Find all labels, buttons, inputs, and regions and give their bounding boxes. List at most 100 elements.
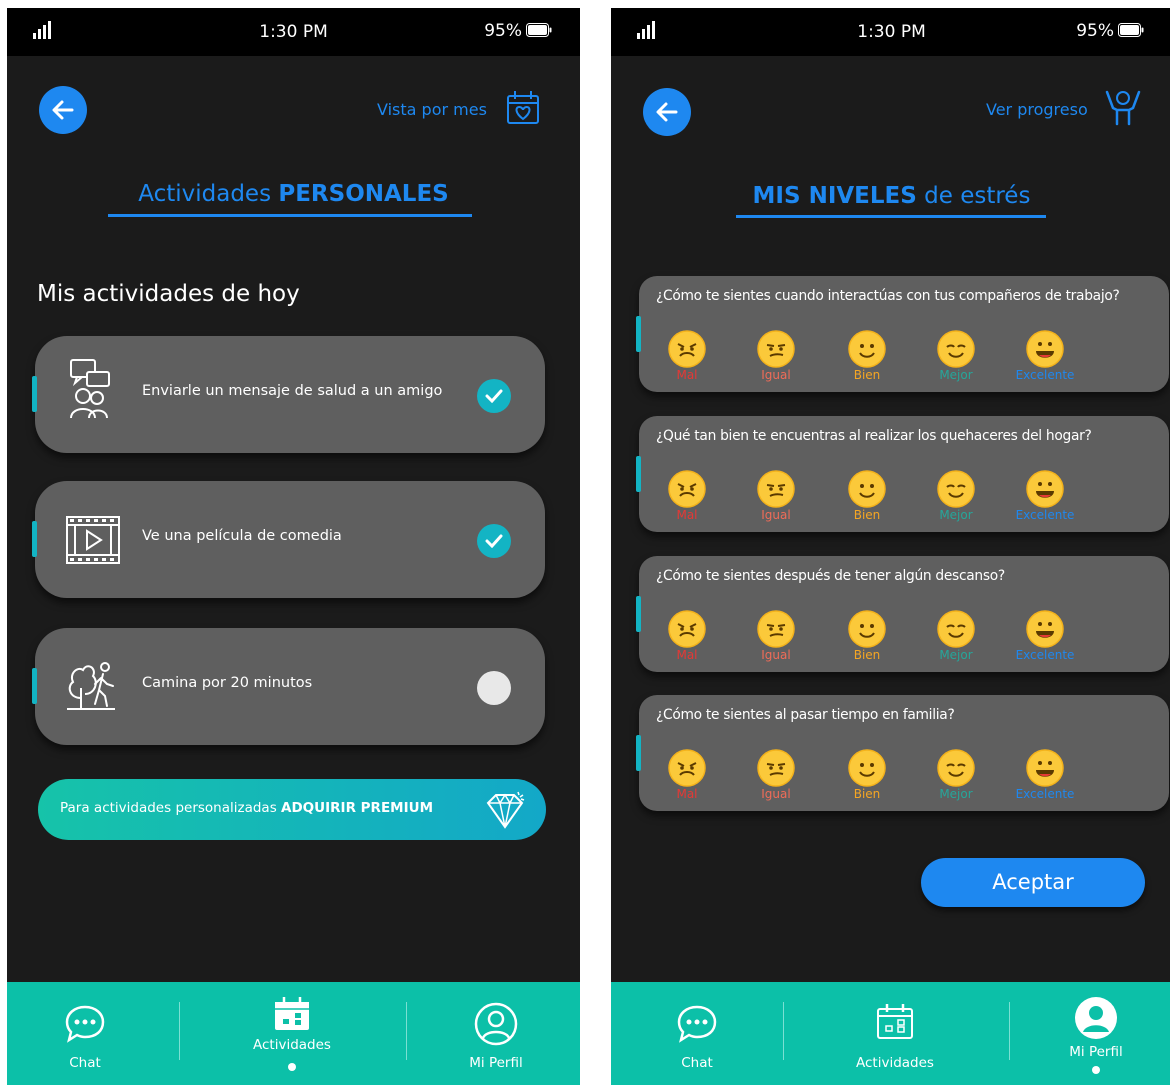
rating-option[interactable]: Bien bbox=[847, 469, 887, 522]
activity-label: Enviarle un mensaje de salud a un amigo bbox=[142, 383, 443, 399]
stress-levels-screen: 1:30 PM 95% Ver progreso MIS NIVELES de … bbox=[611, 8, 1170, 1085]
rating-option[interactable]: Igual bbox=[756, 609, 796, 662]
card-accent bbox=[32, 668, 37, 704]
question-card: ¿Cómo te sientes cuando interactúas con … bbox=[636, 276, 1169, 392]
card-accent bbox=[32, 376, 37, 412]
user-outline-icon bbox=[474, 1002, 518, 1046]
content-face-icon bbox=[937, 610, 975, 648]
rating-option[interactable]: Mejor bbox=[936, 329, 976, 382]
grin-face-icon bbox=[1026, 330, 1064, 368]
walk-tree-icon bbox=[67, 662, 115, 710]
nav-item-profile[interactable]: Mi Perfil bbox=[426, 982, 566, 1085]
rating-option[interactable]: Igual bbox=[756, 748, 796, 801]
content-face-icon bbox=[937, 470, 975, 508]
angry-face-icon bbox=[668, 749, 706, 787]
rating-label: Igual bbox=[761, 648, 791, 662]
rating-option[interactable]: Mal bbox=[667, 609, 707, 662]
activity-done-checkbox[interactable] bbox=[477, 379, 511, 413]
rating-label: Bien bbox=[853, 787, 881, 801]
calendar-heart-icon[interactable] bbox=[505, 88, 541, 126]
premium-text: Para actividades personalizadas ADQUIRIR… bbox=[60, 800, 433, 816]
nav-item-chat[interactable]: Chat bbox=[627, 982, 767, 1085]
calendar-icon bbox=[275, 997, 309, 1030]
grin-face-icon bbox=[1026, 749, 1064, 787]
battery-icon bbox=[1118, 23, 1144, 37]
card-accent bbox=[636, 735, 641, 771]
rating-option[interactable]: Mal bbox=[667, 469, 707, 522]
question-text: ¿Cómo te sientes al pasar tiempo en fami… bbox=[656, 707, 955, 723]
rating-option[interactable]: Mejor bbox=[936, 469, 976, 522]
activity-card[interactable]: Camina por 20 minutos bbox=[32, 628, 545, 745]
nav-label-activities: Actividades bbox=[253, 1037, 331, 1053]
premium-text-regular: Para actividades personalizadas bbox=[60, 800, 282, 816]
rating-label: Mejor bbox=[939, 508, 973, 522]
rating-label: Excelente bbox=[1015, 368, 1075, 382]
rating-option[interactable]: Excelente bbox=[1016, 469, 1074, 522]
question-text: ¿Cómo te sientes después de tener algún … bbox=[656, 568, 1005, 584]
rating-option[interactable]: Excelente bbox=[1016, 748, 1074, 801]
celebrate-person-icon[interactable] bbox=[1103, 90, 1143, 126]
back-button[interactable] bbox=[643, 88, 691, 136]
activity-card[interactable]: Enviarle un mensaje de salud a un amigo bbox=[32, 336, 545, 453]
angry-face-icon bbox=[668, 610, 706, 648]
displeased-face-icon bbox=[757, 749, 795, 787]
activity-card[interactable]: Ve una película de comedia bbox=[32, 481, 545, 598]
rating-option[interactable]: Mal bbox=[667, 748, 707, 801]
rating-option[interactable]: Excelente bbox=[1016, 609, 1074, 662]
displeased-face-icon bbox=[757, 610, 795, 648]
battery-percent: 95% bbox=[484, 21, 522, 41]
displeased-face-icon bbox=[757, 330, 795, 368]
title-bold: PERSONALES bbox=[278, 181, 449, 207]
premium-text-bold: ADQUIRIR PREMIUM bbox=[281, 800, 434, 816]
activity-pending-checkbox[interactable] bbox=[477, 671, 511, 705]
nav-label-activities: Actividades bbox=[856, 1055, 934, 1071]
chat-friends-icon bbox=[70, 359, 110, 419]
rating-option[interactable]: Igual bbox=[756, 469, 796, 522]
nav-divider bbox=[179, 1002, 180, 1060]
rating-label: Mal bbox=[676, 648, 698, 662]
battery-percent: 95% bbox=[1076, 21, 1114, 41]
nav-item-profile[interactable]: Mi Perfil bbox=[1026, 982, 1166, 1085]
user-filled-icon bbox=[1075, 997, 1117, 1039]
nav-label-chat: Chat bbox=[69, 1055, 101, 1071]
activity-done-checkbox[interactable] bbox=[477, 524, 511, 558]
rating-option[interactable]: Excelente bbox=[1016, 329, 1074, 382]
rating-option[interactable]: Mejor bbox=[936, 609, 976, 662]
grin-face-icon bbox=[1026, 470, 1064, 508]
rating-option[interactable]: Bien bbox=[847, 609, 887, 662]
rating-label: Excelente bbox=[1015, 648, 1075, 662]
title-bold: MIS NIVELES bbox=[752, 183, 917, 209]
content-face-icon bbox=[937, 749, 975, 787]
back-button[interactable] bbox=[39, 86, 87, 134]
activity-label: Camina por 20 minutos bbox=[142, 675, 313, 691]
rating-label: Excelente bbox=[1015, 508, 1075, 522]
nav-item-activities[interactable]: Actividades bbox=[222, 982, 362, 1085]
film-icon bbox=[66, 516, 120, 564]
question-card: ¿Cómo te sientes después de tener algún … bbox=[636, 556, 1169, 672]
checkmark-icon bbox=[485, 389, 503, 403]
nav-divider bbox=[406, 1002, 407, 1060]
rating-label: Mejor bbox=[939, 787, 973, 801]
rating-option[interactable]: Bien bbox=[847, 329, 887, 382]
title-regular: Actividades bbox=[138, 181, 279, 207]
angry-face-icon bbox=[668, 330, 706, 368]
rating-option[interactable]: Mal bbox=[667, 329, 707, 382]
question-text: ¿Qué tan bien te encuentras al realizar … bbox=[656, 428, 1092, 444]
chat-bubble-icon bbox=[65, 1005, 105, 1043]
rating-option[interactable]: Mejor bbox=[936, 748, 976, 801]
bottom-nav: Chat Actividades Mi Perfil bbox=[7, 982, 580, 1085]
rating-label: Mal bbox=[676, 787, 698, 801]
premium-banner-button[interactable]: Para actividades personalizadas ADQUIRIR… bbox=[38, 779, 546, 840]
nav-item-activities[interactable]: Actividades bbox=[825, 982, 965, 1085]
arrow-left-icon bbox=[656, 102, 678, 122]
month-view-link[interactable]: Vista por mes bbox=[377, 100, 487, 119]
title-underline bbox=[108, 214, 472, 217]
progress-link[interactable]: Ver progreso bbox=[986, 100, 1088, 119]
rating-option[interactable]: Igual bbox=[756, 329, 796, 382]
accept-button[interactable]: Aceptar bbox=[921, 858, 1145, 907]
rating-option[interactable]: Bien bbox=[847, 748, 887, 801]
title-regular: de estrés bbox=[916, 183, 1031, 209]
activities-screen: 1:30 PM 95% Vista por mes Actividades PE… bbox=[7, 8, 580, 1085]
nav-item-chat[interactable]: Chat bbox=[15, 982, 155, 1085]
nav-divider bbox=[1009, 1002, 1010, 1060]
